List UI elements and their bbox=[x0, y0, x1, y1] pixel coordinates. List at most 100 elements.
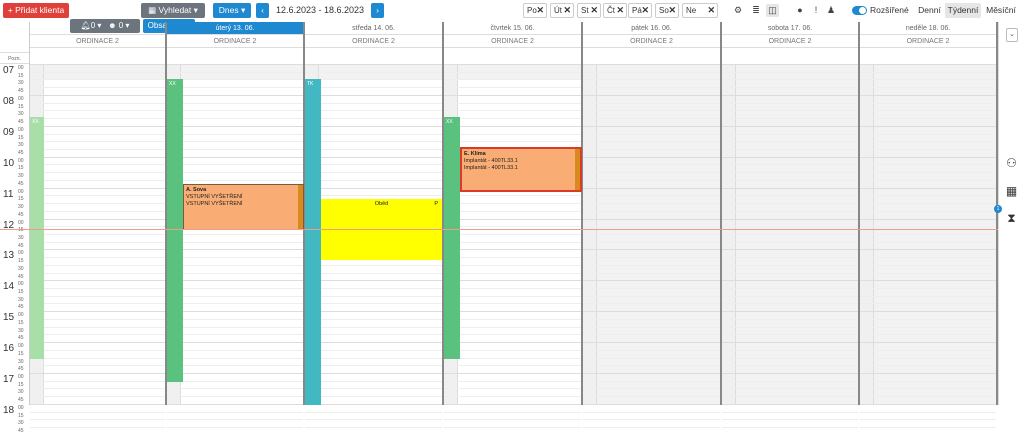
time-slot[interactable] bbox=[305, 357, 442, 359]
time-slot[interactable] bbox=[305, 318, 442, 320]
time-slot[interactable] bbox=[167, 71, 303, 73]
time-slot[interactable] bbox=[167, 264, 303, 266]
time-slot[interactable] bbox=[444, 94, 581, 96]
time-slot[interactable] bbox=[30, 102, 165, 104]
time-slot[interactable] bbox=[860, 233, 996, 235]
time-slot[interactable] bbox=[305, 187, 442, 189]
time-slot[interactable] bbox=[860, 203, 996, 205]
time-slot[interactable] bbox=[30, 133, 165, 135]
availability-bar[interactable]: XX bbox=[30, 117, 44, 359]
time-slot[interactable] bbox=[30, 349, 165, 351]
time-slot[interactable] bbox=[444, 427, 581, 429]
time-slot[interactable] bbox=[583, 365, 720, 367]
calendar-button[interactable]: ▦ bbox=[998, 180, 1024, 202]
time-slot[interactable] bbox=[722, 218, 858, 220]
time-slot[interactable] bbox=[305, 71, 442, 73]
time-slot[interactable] bbox=[860, 195, 996, 197]
appointment-event[interactable]: E. Klíma Implantát - 400TL33.1 Implantát… bbox=[460, 147, 582, 192]
time-slot[interactable] bbox=[305, 141, 442, 143]
time-slot[interactable] bbox=[860, 303, 996, 305]
time-slot[interactable] bbox=[722, 141, 858, 143]
time-slot[interactable] bbox=[30, 373, 165, 374]
time-slot[interactable] bbox=[860, 118, 996, 120]
time-slot[interactable] bbox=[722, 187, 858, 189]
time-slot[interactable] bbox=[444, 318, 581, 320]
time-slot[interactable] bbox=[30, 195, 165, 197]
time-slot[interactable] bbox=[305, 125, 442, 127]
time-slot[interactable] bbox=[30, 187, 165, 189]
time-slot[interactable] bbox=[722, 411, 858, 413]
time-slot[interactable] bbox=[860, 110, 996, 112]
time-slot[interactable] bbox=[860, 71, 996, 73]
time-slot[interactable] bbox=[860, 133, 996, 135]
time-slot[interactable] bbox=[860, 388, 996, 390]
waiting-button[interactable]: ⧗ bbox=[998, 207, 1024, 229]
time-slot[interactable] bbox=[30, 156, 165, 158]
time-slot[interactable] bbox=[583, 427, 720, 429]
time-slot[interactable] bbox=[444, 110, 581, 112]
time-slot[interactable] bbox=[860, 64, 996, 65]
time-slot[interactable] bbox=[444, 357, 581, 359]
time-slot[interactable] bbox=[583, 164, 720, 166]
time-slot[interactable] bbox=[860, 148, 996, 150]
time-slot[interactable] bbox=[305, 349, 442, 351]
time-slot[interactable] bbox=[722, 195, 858, 197]
time-slot[interactable] bbox=[444, 210, 581, 212]
time-slot[interactable] bbox=[305, 427, 442, 429]
time-slot[interactable] bbox=[583, 349, 720, 351]
time-slot[interactable] bbox=[30, 272, 165, 274]
search-button[interactable]: ▦ Vyhledat ▾ bbox=[141, 3, 205, 18]
time-slot[interactable] bbox=[167, 249, 303, 251]
time-slot[interactable] bbox=[860, 164, 996, 166]
time-slot[interactable] bbox=[167, 326, 303, 328]
time-slot[interactable] bbox=[30, 419, 165, 421]
time-slot[interactable] bbox=[30, 179, 165, 181]
time-slot[interactable] bbox=[860, 318, 996, 320]
time-slot[interactable] bbox=[305, 342, 442, 344]
time-slot[interactable] bbox=[30, 203, 165, 205]
time-slot[interactable] bbox=[444, 257, 581, 259]
time-slot[interactable] bbox=[583, 118, 720, 120]
time-slot[interactable] bbox=[722, 79, 858, 81]
time-slot[interactable] bbox=[444, 342, 581, 344]
time-slot[interactable] bbox=[30, 118, 165, 120]
time-slot[interactable] bbox=[305, 272, 442, 274]
time-slot[interactable] bbox=[167, 141, 303, 143]
day-toggle-po[interactable]: Po ✕ bbox=[523, 3, 547, 18]
day-name[interactable]: čtvrtek 15. 06. bbox=[444, 22, 581, 35]
time-slot[interactable] bbox=[583, 380, 720, 382]
time-slot[interactable] bbox=[305, 380, 442, 382]
time-slot[interactable] bbox=[30, 125, 165, 127]
time-slot[interactable] bbox=[30, 264, 165, 266]
time-slot[interactable] bbox=[722, 303, 858, 305]
next-week-button[interactable]: › bbox=[371, 3, 384, 18]
time-slot[interactable] bbox=[305, 148, 442, 150]
time-slot[interactable] bbox=[30, 388, 165, 390]
time-slot[interactable] bbox=[583, 311, 720, 313]
time-slot[interactable] bbox=[583, 326, 720, 328]
time-slot[interactable] bbox=[583, 357, 720, 359]
day-toggle-st[interactable]: St ✕ bbox=[577, 3, 601, 18]
time-slot[interactable] bbox=[30, 311, 165, 313]
close-icon[interactable]: ✕ bbox=[616, 4, 624, 17]
time-slot[interactable] bbox=[860, 295, 996, 297]
time-slot[interactable] bbox=[167, 388, 303, 390]
time-slot[interactable] bbox=[444, 288, 581, 290]
time-slot[interactable] bbox=[583, 396, 720, 398]
time-slot[interactable] bbox=[305, 365, 442, 367]
time-slot[interactable] bbox=[583, 133, 720, 135]
time-slot[interactable] bbox=[444, 233, 581, 235]
time-slot[interactable] bbox=[30, 334, 165, 336]
time-slot[interactable] bbox=[860, 218, 996, 220]
time-slot[interactable] bbox=[444, 133, 581, 135]
time-slot[interactable] bbox=[444, 87, 581, 89]
time-slot[interactable] bbox=[305, 118, 442, 120]
time-slot[interactable] bbox=[444, 280, 581, 282]
time-slot[interactable] bbox=[167, 365, 303, 367]
time-slot[interactable] bbox=[305, 288, 442, 290]
time-slot[interactable] bbox=[30, 148, 165, 150]
time-slot[interactable] bbox=[167, 280, 303, 282]
time-slot[interactable] bbox=[860, 125, 996, 127]
time-slot[interactable] bbox=[444, 64, 581, 65]
time-slot[interactable] bbox=[583, 71, 720, 73]
